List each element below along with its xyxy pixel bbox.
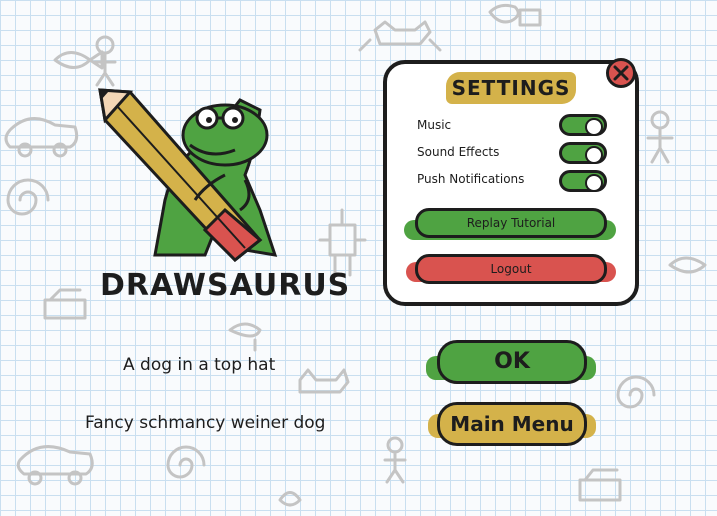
doodle-box <box>43 288 87 320</box>
doodle-spiral <box>6 178 50 216</box>
music-label: Music <box>417 118 452 132</box>
sound-effects-label: Sound Effects <box>417 145 500 159</box>
ok-button[interactable]: OK <box>437 340 587 384</box>
doodle-spiral-2 <box>166 445 206 479</box>
doodle-spiral-3 <box>616 375 656 409</box>
doodle-dog <box>228 322 262 352</box>
doodle-cat <box>358 20 442 52</box>
push-notifications-toggle[interactable] <box>559 170 607 192</box>
close-button[interactable] <box>606 58 636 88</box>
drawing-prompt-1: A dog in a top hat <box>123 355 276 375</box>
doodle-stickman <box>93 35 117 87</box>
doodle-stickman-2 <box>646 110 674 164</box>
close-x-icon <box>613 65 629 81</box>
main-menu-button[interactable]: Main Menu <box>437 402 587 446</box>
doodle-note <box>518 8 542 27</box>
doodle-blob <box>278 491 302 507</box>
music-toggle[interactable] <box>559 114 607 136</box>
app-title: DRAWSAURUS <box>100 268 351 303</box>
logout-button[interactable]: Logout <box>415 254 607 284</box>
doodle-cat-2 <box>298 368 350 394</box>
doodle-stickman-3 <box>383 436 407 484</box>
doodle-car-2 <box>16 445 94 476</box>
replay-tutorial-button[interactable]: Replay Tutorial <box>415 208 607 238</box>
doodle-chest <box>578 468 622 502</box>
toggle-knob <box>585 146 603 164</box>
doodle-robot <box>318 208 367 277</box>
doodle-car <box>4 117 79 149</box>
toggle-knob <box>585 174 603 192</box>
doodle-fish-2 <box>668 256 707 274</box>
doodle-bird <box>488 3 520 24</box>
doodle-fish <box>53 50 104 70</box>
sound-effects-toggle[interactable] <box>559 142 607 164</box>
push-notifications-label: Push Notifications <box>417 172 525 186</box>
toggle-knob <box>585 118 603 136</box>
settings-title: SETTINGS <box>446 72 576 104</box>
drawsaurus-logo-icon <box>98 88 278 263</box>
drawing-prompt-2: Fancy schmancy weiner dog <box>85 413 326 433</box>
